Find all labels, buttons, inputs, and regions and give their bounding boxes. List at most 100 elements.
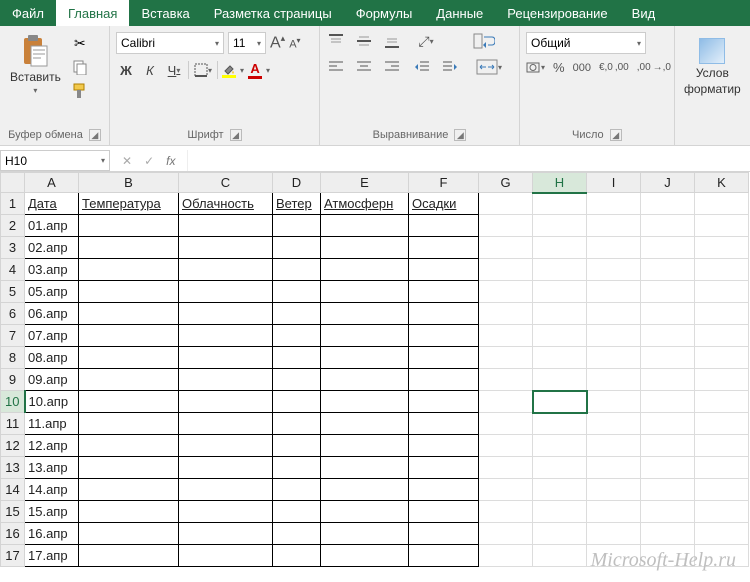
cell-J14[interactable] (641, 479, 695, 501)
cell-F6[interactable] (409, 303, 479, 325)
cell-H5[interactable] (533, 281, 587, 303)
cell-F11[interactable] (409, 413, 479, 435)
cell-H4[interactable] (533, 259, 587, 281)
cell-A7[interactable]: 07.апр (25, 325, 79, 347)
cell-F7[interactable] (409, 325, 479, 347)
cell-C7[interactable] (179, 325, 273, 347)
cell-E8[interactable] (321, 347, 409, 369)
cell-H13[interactable] (533, 457, 587, 479)
tab-insert[interactable]: Вставка (129, 0, 201, 26)
row-header-5[interactable]: 5 (1, 281, 25, 303)
decrease-indent-button[interactable] (412, 58, 432, 76)
cell-E5[interactable] (321, 281, 409, 303)
increase-decimal-button[interactable]: €,0,00 (599, 62, 629, 73)
cell-K16[interactable] (695, 523, 749, 545)
cell-B1[interactable]: Температура (79, 193, 179, 215)
cell-A4[interactable]: 03.апр (25, 259, 79, 281)
tab-page-layout[interactable]: Разметка страницы (202, 0, 344, 26)
cell-E2[interactable] (321, 215, 409, 237)
cell-F3[interactable] (409, 237, 479, 259)
orientation-button[interactable]: ⤢▾ (412, 32, 440, 50)
cell-F12[interactable] (409, 435, 479, 457)
fx-cancel-button[interactable]: ✕ (122, 154, 132, 168)
cell-B15[interactable] (79, 501, 179, 523)
conditional-formatting-button[interactable]: Услов форматир (681, 30, 744, 96)
cell-E14[interactable] (321, 479, 409, 501)
cell-A12[interactable]: 12.апр (25, 435, 79, 457)
cell-G6[interactable] (479, 303, 533, 325)
col-header-A[interactable]: A (25, 173, 79, 193)
chevron-down-icon[interactable]: ▾ (266, 66, 270, 75)
cell-D11[interactable] (273, 413, 321, 435)
cell-C17[interactable] (179, 545, 273, 567)
cell-B11[interactable] (79, 413, 179, 435)
col-header-C[interactable]: C (179, 173, 273, 193)
cell-I17[interactable] (587, 545, 641, 567)
cell-G10[interactable] (479, 391, 533, 413)
cell-K8[interactable] (695, 347, 749, 369)
cell-G3[interactable] (479, 237, 533, 259)
cell-F5[interactable] (409, 281, 479, 303)
col-header-H[interactable]: H (533, 173, 587, 193)
align-right-button[interactable] (382, 58, 402, 76)
col-header-G[interactable]: G (479, 173, 533, 193)
cell-H14[interactable] (533, 479, 587, 501)
cell-G4[interactable] (479, 259, 533, 281)
cell-K3[interactable] (695, 237, 749, 259)
cell-I15[interactable] (587, 501, 641, 523)
cell-D10[interactable] (273, 391, 321, 413)
cell-A3[interactable]: 02.апр (25, 237, 79, 259)
row-header-6[interactable]: 6 (1, 303, 25, 325)
cell-J9[interactable] (641, 369, 695, 391)
cell-I6[interactable] (587, 303, 641, 325)
cell-F2[interactable] (409, 215, 479, 237)
row-header-16[interactable]: 16 (1, 523, 25, 545)
select-all-corner[interactable] (1, 173, 25, 193)
cell-D7[interactable] (273, 325, 321, 347)
increase-font-button[interactable]: A▴ (270, 33, 285, 52)
cell-F4[interactable] (409, 259, 479, 281)
cell-E9[interactable] (321, 369, 409, 391)
cell-K12[interactable] (695, 435, 749, 457)
cell-B3[interactable] (79, 237, 179, 259)
cell-B8[interactable] (79, 347, 179, 369)
col-header-J[interactable]: J (641, 173, 695, 193)
cell-K15[interactable] (695, 501, 749, 523)
cell-H6[interactable] (533, 303, 587, 325)
cell-E3[interactable] (321, 237, 409, 259)
col-header-D[interactable]: D (273, 173, 321, 193)
cell-B6[interactable] (79, 303, 179, 325)
cell-I3[interactable] (587, 237, 641, 259)
decrease-decimal-button[interactable]: ,00→,0 (637, 62, 671, 73)
font-color-button[interactable]: A (248, 61, 262, 79)
cell-C10[interactable] (179, 391, 273, 413)
cell-C16[interactable] (179, 523, 273, 545)
cell-C14[interactable] (179, 479, 273, 501)
cell-K5[interactable] (695, 281, 749, 303)
col-header-I[interactable]: I (587, 173, 641, 193)
col-header-E[interactable]: E (321, 173, 409, 193)
cell-I4[interactable] (587, 259, 641, 281)
col-header-K[interactable]: K (695, 173, 749, 193)
name-box[interactable]: H10 ▾ (0, 150, 110, 171)
cell-D5[interactable] (273, 281, 321, 303)
row-header-1[interactable]: 1 (1, 193, 25, 215)
align-top-button[interactable] (326, 32, 346, 50)
cell-J6[interactable] (641, 303, 695, 325)
cell-G13[interactable] (479, 457, 533, 479)
cell-A13[interactable]: 13.апр (25, 457, 79, 479)
cell-H11[interactable] (533, 413, 587, 435)
cell-B16[interactable] (79, 523, 179, 545)
cell-C8[interactable] (179, 347, 273, 369)
formula-input[interactable] (187, 150, 750, 171)
cell-C2[interactable] (179, 215, 273, 237)
increase-indent-button[interactable] (440, 58, 460, 76)
align-left-button[interactable] (326, 58, 346, 76)
cell-J2[interactable] (641, 215, 695, 237)
clipboard-dialog-launcher[interactable]: ◢ (89, 129, 101, 141)
cell-D16[interactable] (273, 523, 321, 545)
border-button[interactable]: ▾ (193, 60, 213, 80)
cell-H12[interactable] (533, 435, 587, 457)
cell-B5[interactable] (79, 281, 179, 303)
cell-A16[interactable]: 16.апр (25, 523, 79, 545)
